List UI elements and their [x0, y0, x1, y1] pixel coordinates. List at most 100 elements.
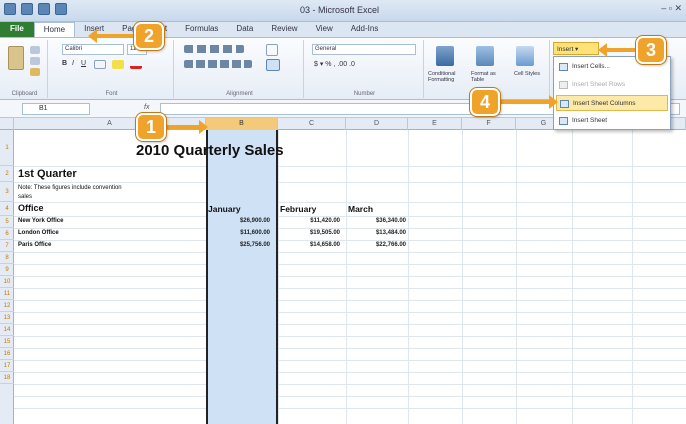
- row-header[interactable]: 13: [0, 312, 14, 324]
- font-group-label: Font: [105, 91, 118, 97]
- month-header-january: January: [208, 204, 241, 214]
- font-name-select[interactable]: Calibri: [62, 44, 124, 55]
- row-header[interactable]: 5: [0, 216, 14, 228]
- row-header[interactable]: 18: [0, 372, 14, 384]
- row-header[interactable]: 3: [0, 182, 14, 202]
- merge-center-icon[interactable]: [266, 59, 280, 71]
- select-all-corner[interactable]: [0, 118, 14, 130]
- office-name: Paris Office: [18, 242, 52, 248]
- quarter-heading: 1st Quarter: [18, 168, 77, 180]
- row-header[interactable]: 11: [0, 288, 14, 300]
- row-header[interactable]: 9: [0, 264, 14, 276]
- font-color-icon[interactable]: [130, 60, 142, 69]
- tab-data[interactable]: Data: [227, 22, 262, 37]
- callout-arrow-2: [88, 29, 134, 43]
- undo-icon[interactable]: [38, 3, 50, 15]
- insert-cells-icon: [559, 63, 568, 71]
- menu-item-insert-sheet[interactable]: Insert Sheet: [556, 113, 668, 129]
- row-header[interactable]: 16: [0, 348, 14, 360]
- insert-sheet-icon: [559, 117, 568, 125]
- row-header[interactable]: 17: [0, 360, 14, 372]
- gridline: [14, 264, 686, 265]
- column-header-b[interactable]: B: [206, 118, 278, 130]
- cell-styles-icon[interactable]: [516, 46, 534, 66]
- row-header[interactable]: 7: [0, 240, 14, 252]
- column-header-e[interactable]: E: [408, 118, 462, 130]
- tab-add-ins[interactable]: Add-Ins: [342, 22, 388, 37]
- office-name: London Office: [18, 230, 59, 236]
- redo-icon[interactable]: [55, 3, 67, 15]
- step-callout-4: 4: [470, 88, 500, 116]
- window-controls[interactable]: ‒ ▫ ✕: [661, 3, 682, 14]
- tab-formulas[interactable]: Formulas: [176, 22, 227, 37]
- gridline: [408, 130, 409, 424]
- number-group: General $ ▾ % , .00 .0 Number: [306, 40, 424, 98]
- step-callout-2: 2: [134, 22, 164, 50]
- menu-item-label: Insert Sheet: [572, 117, 608, 124]
- format-as-table-icon[interactable]: [476, 46, 494, 66]
- conditional-formatting-label: Conditional Formatting: [428, 71, 456, 83]
- vertical-align-icons[interactable]: [184, 45, 244, 53]
- cut-icon[interactable]: [30, 46, 40, 54]
- column-header-f[interactable]: F: [462, 118, 516, 130]
- fx-icon[interactable]: fx: [144, 104, 149, 111]
- tab-home[interactable]: Home: [33, 22, 76, 37]
- row-header[interactable]: 6: [0, 228, 14, 240]
- gridline: [14, 228, 686, 229]
- row-header[interactable]: 4: [0, 202, 14, 216]
- step-callout-3: 3: [636, 36, 666, 64]
- column-header-c[interactable]: C: [278, 118, 346, 130]
- tab-file[interactable]: File: [0, 22, 34, 37]
- row-headers: 1 2 3 4 5 6 7 8 9 10 11 12 13 14 15 16 1…: [0, 130, 14, 424]
- row-header[interactable]: 14: [0, 324, 14, 336]
- worksheet-grid[interactable]: 2010 Quarterly Sales 1st Quarter Note: T…: [14, 130, 686, 424]
- gridline: [14, 276, 686, 277]
- window-title: 03 - Microsoft Excel: [300, 5, 380, 15]
- gridline: [14, 324, 686, 325]
- menu-item-label: Insert Sheet Columns: [573, 100, 636, 107]
- save-icon[interactable]: [21, 3, 33, 15]
- title-bar: 03 - Microsoft Excel ‒ ▫ ✕: [0, 0, 686, 22]
- tab-view[interactable]: View: [307, 22, 342, 37]
- cell-styles-label: Cell Styles: [514, 71, 540, 77]
- number-format-select[interactable]: General: [312, 44, 416, 55]
- callout-arrow-1: [166, 120, 208, 134]
- gridline: [572, 130, 573, 424]
- column-header-d[interactable]: D: [346, 118, 408, 130]
- menu-item-label: Insert Cells...: [572, 63, 610, 70]
- underline-icon[interactable]: U: [81, 60, 86, 67]
- sales-value: $11,420.00: [310, 218, 340, 224]
- wrap-text-icon[interactable]: [266, 44, 278, 56]
- menu-item-label: Insert Sheet Rows: [572, 81, 626, 88]
- name-box[interactable]: B1: [22, 103, 90, 115]
- sales-value: $36,340.00: [375, 218, 406, 224]
- gridline: [462, 130, 463, 424]
- row-header[interactable]: 12: [0, 300, 14, 312]
- menu-item-insert-sheet-columns[interactable]: Insert Sheet Columns: [556, 95, 668, 111]
- horizontal-align-icons[interactable]: [184, 60, 252, 68]
- format-as-table-label: Format as Table: [471, 71, 496, 83]
- borders-icon[interactable]: [94, 60, 106, 69]
- row-header[interactable]: 10: [0, 276, 14, 288]
- gridline: [14, 348, 686, 349]
- excel-window: 03 - Microsoft Excel ‒ ▫ ✕ File Home Ins…: [0, 0, 686, 424]
- insert-rows-icon: [559, 81, 568, 89]
- italic-icon[interactable]: I: [72, 60, 74, 67]
- row-header[interactable]: 8: [0, 252, 14, 264]
- conditional-formatting-icon[interactable]: [436, 46, 454, 66]
- number-controls[interactable]: $ ▾ % , .00 .0: [314, 60, 355, 68]
- row-header[interactable]: 2: [0, 166, 14, 182]
- alignment-group-label: Alignment: [226, 91, 253, 97]
- bold-icon[interactable]: B: [62, 60, 67, 67]
- format-painter-icon[interactable]: [30, 68, 40, 76]
- sales-value: $26,900.00: [239, 218, 270, 224]
- sales-value: $19,505.00: [309, 230, 340, 236]
- row-header[interactable]: 1: [0, 130, 14, 166]
- selected-column-b[interactable]: [206, 130, 278, 424]
- copy-icon[interactable]: [30, 57, 40, 65]
- insert-cells-button[interactable]: Insert ▾: [553, 42, 599, 55]
- row-header[interactable]: 15: [0, 336, 14, 348]
- paste-icon[interactable]: [8, 46, 24, 70]
- tab-review[interactable]: Review: [262, 22, 306, 37]
- fill-color-icon[interactable]: [112, 60, 124, 69]
